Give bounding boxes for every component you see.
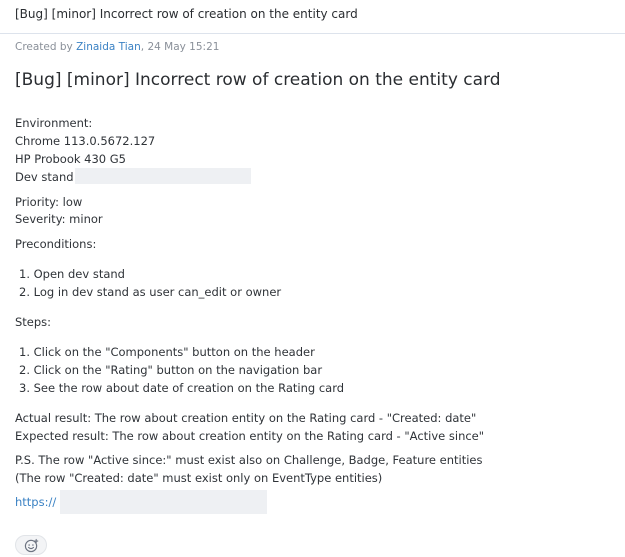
ps-note-detail: (The row "Created: date" must exist only… xyxy=(15,471,383,485)
environment-label: Environment: xyxy=(15,116,93,130)
created-by-label: Created by xyxy=(15,41,77,53)
header-bar: [Bug] [minor] Incorrect row of creation … xyxy=(0,0,625,34)
priority-line: Priority: low xyxy=(15,195,83,209)
smiley-add-icon xyxy=(24,538,38,552)
step-item: 3. See the row about date of creation on… xyxy=(19,381,345,395)
environment-stand: Dev stand xyxy=(15,170,74,184)
thread-title: [Bug] [minor] Incorrect row of creation … xyxy=(15,7,358,21)
created-date: , 24 May 15:21 xyxy=(140,41,220,53)
step-item: 1. Click on the "Components" button on t… xyxy=(19,345,315,359)
precondition-item: 1. Open dev stand xyxy=(19,267,125,281)
issue-link-row: https:// xyxy=(15,494,56,510)
redacted-link xyxy=(60,490,267,514)
step-item: 2. Click on the "Rating" button on the n… xyxy=(19,363,323,377)
steps-label: Steps: xyxy=(15,315,52,329)
author-link[interactable]: Zinaida Tian xyxy=(76,41,141,53)
environment-browser: Chrome 113.0.5672.127 xyxy=(15,134,156,148)
issue-link[interactable]: https:// xyxy=(15,495,56,509)
severity-line: Severity: minor xyxy=(15,212,103,226)
message-title: [Bug] [minor] Incorrect row of creation … xyxy=(15,70,501,90)
preconditions-label: Preconditions: xyxy=(15,237,97,251)
precondition-item: 2. Log in dev stand as user can_edit or … xyxy=(19,285,282,299)
expected-result: Expected result: The row about creation … xyxy=(15,429,485,443)
actual-result: Actual result: The row about creation en… xyxy=(15,411,477,425)
environment-device: HP Probook 430 G5 xyxy=(15,152,127,166)
add-reaction-button[interactable] xyxy=(15,535,47,555)
ps-note: P.S. The row "Active since:" must exist … xyxy=(15,453,483,467)
message-meta: Created by Zinaida Tian, 24 May 15:21 xyxy=(15,41,219,53)
redacted-stand-url xyxy=(75,168,251,184)
